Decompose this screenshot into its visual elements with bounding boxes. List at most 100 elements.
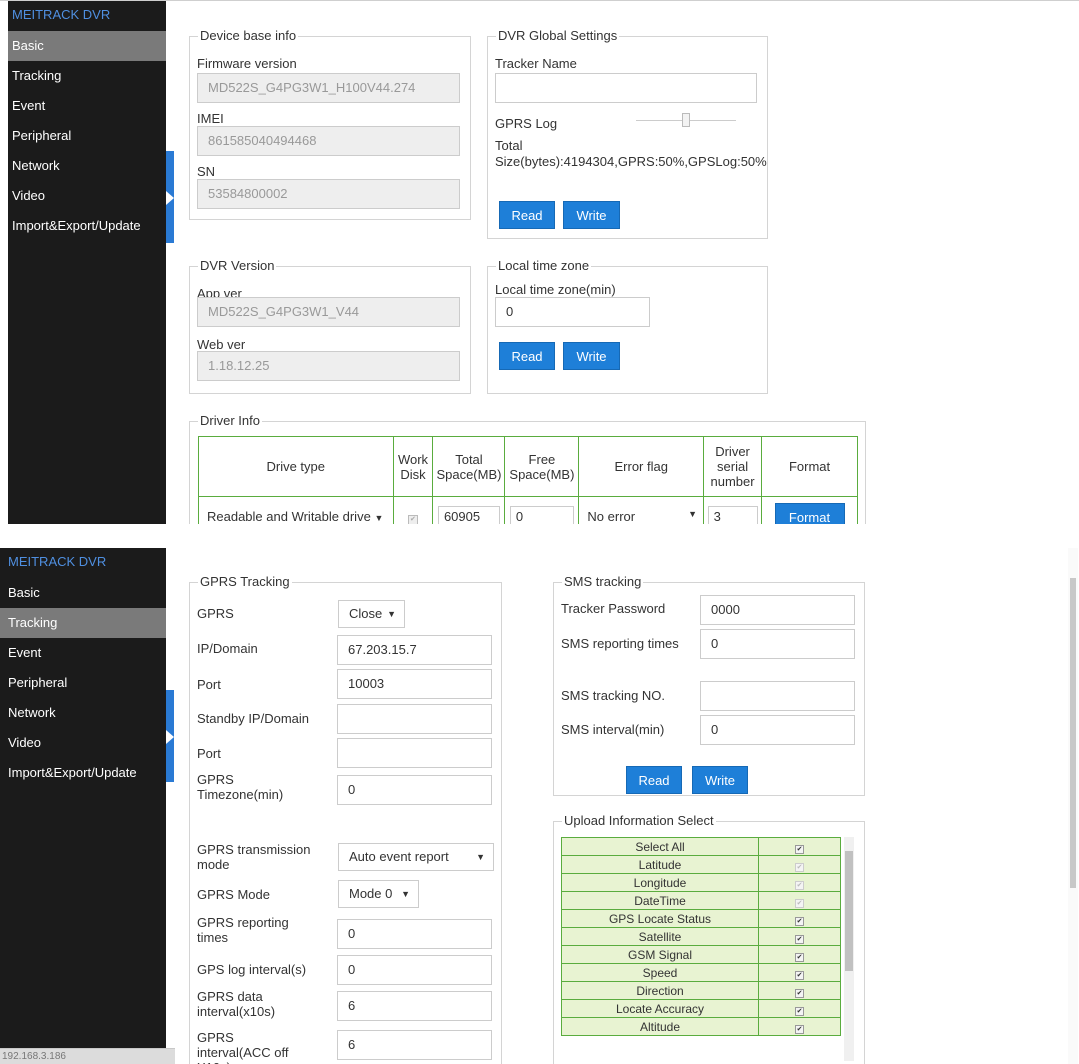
app-ver-field[interactable]: MD522S_G4PG3W1_V44	[197, 297, 460, 327]
free-space-field[interactable]: 0	[509, 505, 574, 524]
sms-read-button[interactable]: Read	[626, 766, 682, 794]
serial-field[interactable]: 3	[707, 505, 758, 524]
drive-type-select[interactable]: Readable and Writable drive ▼	[198, 496, 394, 524]
serial-cell: 3	[703, 496, 763, 524]
sidebar-collapse-tab[interactable]	[166, 151, 174, 243]
error-flag-select[interactable]: No error ▼	[578, 496, 705, 524]
sms-interval-input[interactable]: 0	[700, 715, 855, 745]
ip-domain-input[interactable]: 67.203.15.7	[337, 635, 492, 665]
sidebar-item-network[interactable]: Network	[0, 698, 166, 728]
sidebar-item-peripheral[interactable]: Peripheral	[0, 668, 166, 698]
sn-field[interactable]: 53584800002	[197, 179, 460, 209]
gprs-mode-select[interactable]: Mode 0 ▼	[338, 880, 419, 908]
total-space-cell: 60905	[432, 496, 506, 524]
sidebar-item-video[interactable]: Video	[0, 728, 166, 758]
header-total-space: Total Space(MB)	[432, 436, 506, 497]
header-work-disk: Work Disk	[392, 436, 434, 497]
tracker-password-input[interactable]: 0000	[700, 595, 855, 625]
tracker-name-label: Tracker Name	[495, 56, 577, 71]
slider-handle[interactable]	[682, 113, 690, 127]
standby-ip-input[interactable]	[337, 704, 492, 734]
sidebar-item-event[interactable]: Event	[0, 638, 166, 668]
chevron-down-icon: ▼	[476, 852, 485, 862]
gprs-log-slider[interactable]	[636, 113, 736, 127]
header-error-flag: Error flag	[578, 436, 705, 497]
upload-item-label: GPS Locate Status	[561, 909, 759, 928]
gprs-tracking-legend: GPRS Tracking	[198, 574, 292, 589]
global-write-button[interactable]: Write	[563, 201, 620, 229]
sidebar: MEITRACK DVR Basic Tracking Event Periph…	[0, 548, 166, 1064]
altitude-checkbox[interactable]: ✔	[795, 1024, 804, 1034]
sidebar-item-video[interactable]: Video	[8, 181, 166, 211]
table-row: GSM Signal ✔	[561, 945, 841, 964]
sidebar-item-import-export[interactable]: Import&Export/Update	[0, 758, 166, 788]
select-all-checkbox[interactable]: ✔	[795, 844, 804, 854]
gprs-select[interactable]: Close ▼	[338, 600, 405, 628]
sidebar-item-basic[interactable]: Basic	[0, 578, 166, 608]
longitude-checkbox[interactable]: ✔	[795, 880, 804, 890]
tracker-name-input[interactable]	[495, 73, 757, 103]
upload-list-scrollbar[interactable]	[844, 837, 854, 1061]
data-interval-label: GPRS data interval(x10s)	[197, 989, 276, 1019]
timezone-write-button[interactable]: Write	[563, 342, 620, 370]
gsm-signal-checkbox[interactable]: ✔	[795, 952, 804, 962]
gprs-log-label: GPRS Log	[495, 116, 558, 131]
latitude-checkbox[interactable]: ✔	[795, 862, 804, 872]
upload-item-label: Speed	[561, 963, 759, 982]
local-timezone-label: Local time zone(min)	[495, 282, 616, 297]
total-space-field[interactable]: 60905	[437, 505, 500, 524]
firmware-field[interactable]: MD522S_G4PG3W1_H100V44.274	[197, 73, 460, 103]
scrollbar-thumb[interactable]	[845, 851, 853, 971]
upload-item-check-cell: ✔	[758, 927, 841, 946]
sidebar-item-import-export[interactable]: Import&Export/Update	[8, 211, 166, 241]
acc-interval-label: GPRS interval(ACC off X10s)	[197, 1030, 289, 1064]
gprs-timezone-input[interactable]: 0	[337, 775, 492, 805]
table-row: Latitude ✔	[561, 855, 841, 874]
sidebar-item-basic[interactable]: Basic	[8, 31, 166, 61]
page-scrollbar[interactable]	[1068, 548, 1078, 1064]
sms-tracking-no-input[interactable]	[700, 681, 855, 711]
transmission-mode-select[interactable]: Auto event report ▼	[338, 843, 494, 871]
work-disk-checkbox[interactable]: ✔	[407, 514, 418, 524]
gps-log-interval-input[interactable]: 0	[337, 955, 492, 985]
total-size-text: Size(bytes):4194304,GPRS:50%,GPSLog:50%	[495, 154, 767, 169]
sms-tracking-legend: SMS tracking	[562, 574, 644, 589]
timezone-read-button[interactable]: Read	[499, 342, 555, 370]
sidebar-item-tracking[interactable]: Tracking	[0, 608, 166, 638]
sidebar-item-network[interactable]: Network	[8, 151, 166, 181]
scrollbar-thumb[interactable]	[1070, 578, 1076, 888]
direction-checkbox[interactable]: ✔	[795, 988, 804, 998]
sidebar-item-peripheral[interactable]: Peripheral	[8, 121, 166, 151]
reporting-times-input[interactable]: 0	[337, 919, 492, 949]
format-button[interactable]: Format	[774, 502, 845, 524]
sidebar-item-tracking[interactable]: Tracking	[8, 61, 166, 91]
table-row: Direction ✔	[561, 981, 841, 1000]
datetime-checkbox[interactable]: ✔	[795, 898, 804, 908]
data-interval-input[interactable]: 6	[337, 991, 492, 1021]
web-ver-field[interactable]: 1.18.12.25	[197, 351, 460, 381]
locate-accuracy-checkbox[interactable]: ✔	[795, 1006, 804, 1016]
screenshot-gap	[0, 524, 1079, 548]
chevron-down-icon: ▼	[401, 889, 410, 899]
upload-item-label: Latitude	[561, 855, 759, 874]
sms-reporting-times-input[interactable]: 0	[700, 629, 855, 659]
speed-checkbox[interactable]: ✔	[795, 970, 804, 980]
port-input[interactable]: 10003	[337, 669, 492, 699]
header-free-space: Free Space(MB)	[504, 436, 580, 497]
ip-domain-label: IP/Domain	[197, 641, 258, 656]
sms-write-button[interactable]: Write	[692, 766, 748, 794]
error-flag-value: No error	[587, 509, 636, 524]
imei-field[interactable]: 861585040494468	[197, 126, 460, 156]
standby-port-input[interactable]	[337, 738, 492, 768]
satellite-checkbox[interactable]: ✔	[795, 934, 804, 944]
local-timezone-input[interactable]: 0	[495, 297, 650, 327]
sidebar-item-event[interactable]: Event	[8, 91, 166, 121]
table-row: Altitude ✔	[561, 1017, 841, 1036]
header-drive-type: Drive type	[198, 436, 394, 497]
chevron-down-icon: ▼	[387, 609, 396, 619]
table-row: DateTime ✔	[561, 891, 841, 910]
gps-locate-status-checkbox[interactable]: ✔	[795, 916, 804, 926]
acc-interval-input[interactable]: 6	[337, 1030, 492, 1060]
sidebar-collapse-tab[interactable]	[166, 690, 174, 782]
global-read-button[interactable]: Read	[499, 201, 555, 229]
